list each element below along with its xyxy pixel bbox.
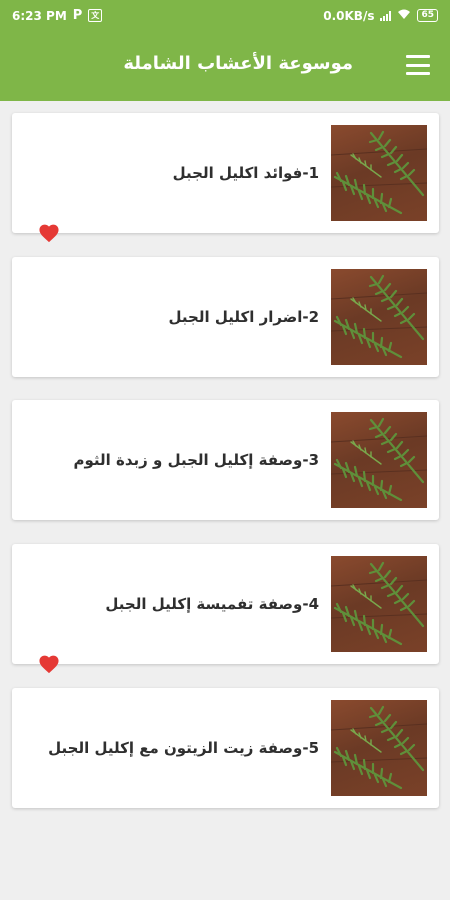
article-title: 4-وصفة تفميسة إكليل الجبل <box>105 595 319 613</box>
article-title: 3-وصفة إكليل الجبل و زبدة الثوم <box>73 451 320 469</box>
rosemary-thumbnail <box>331 556 427 652</box>
rosemary-thumbnail <box>331 412 427 508</box>
article-card-3[interactable]: 3-وصفة إكليل الجبل و زبدة الثوم <box>12 400 439 520</box>
rosemary-thumbnail <box>331 269 427 365</box>
status-time: 6:23 PM <box>12 8 67 23</box>
article-title: 2-اضرار اكليل الجبل <box>168 308 319 326</box>
article-card-1[interactable]: 1-فوائد اكليل الجبل <box>12 113 439 233</box>
favorite-heart-icon[interactable] <box>38 654 60 674</box>
article-title: 5-وصفة زيت الزيتون مع إكليل الجبل <box>48 739 319 757</box>
app-bar: موسوعة الأعشاب الشاملة <box>0 31 450 101</box>
favorite-heart-icon[interactable] <box>38 223 60 243</box>
status-bar: 6:23 PM P 文 0.0KB/s 65 <box>0 0 450 31</box>
page-title: موسوعة الأعشاب الشاملة <box>123 53 353 74</box>
translate-icon: 文 <box>88 9 103 22</box>
rosemary-thumbnail <box>331 125 427 221</box>
parking-icon: P <box>72 8 83 23</box>
rosemary-thumbnail <box>331 700 427 796</box>
article-card-2[interactable]: 2-اضرار اكليل الجبل <box>12 257 439 377</box>
article-card-5[interactable]: 5-وصفة زيت الزيتون مع إكليل الجبل <box>12 688 439 808</box>
article-title: 1-فوائد اكليل الجبل <box>172 164 319 182</box>
article-card-4[interactable]: 4-وصفة تفميسة إكليل الجبل <box>12 544 439 664</box>
menu-icon[interactable] <box>406 55 430 75</box>
wifi-icon <box>397 9 411 23</box>
network-speed: 0.0KB/s <box>323 8 375 23</box>
signal-icon <box>380 10 392 21</box>
battery-icon: 65 <box>417 9 438 22</box>
